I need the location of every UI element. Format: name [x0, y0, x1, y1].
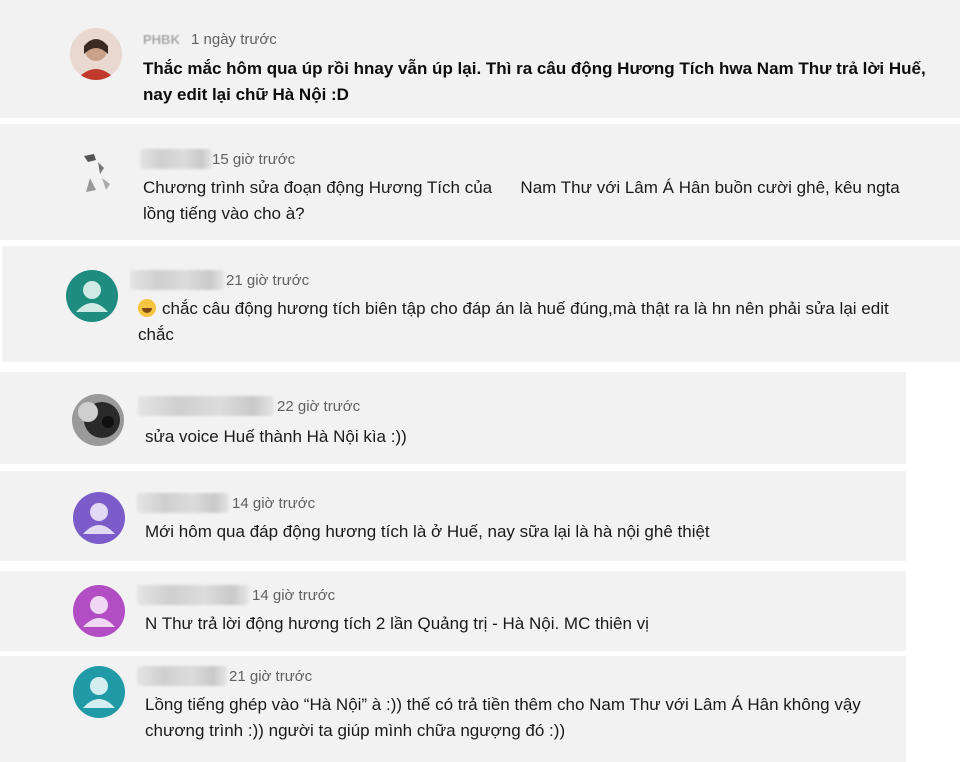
author-name-blurred — [137, 493, 229, 513]
comment-card: 14 giờ trước N Thư trả lời động hương tí… — [0, 571, 906, 651]
comment-text: Chương trình sửa đoạn động Hương Tích củ… — [143, 178, 905, 223]
avatar[interactable] — [73, 585, 125, 637]
comment-card: 21 giờ trước Lồng tiếng ghép vào “Hà Nội… — [0, 656, 906, 762]
user-sketch-icon — [76, 148, 120, 196]
default-user-icon — [66, 270, 118, 322]
comment-card: 21 giờ trước chắc câu động hương tích bi… — [2, 246, 960, 362]
avatar[interactable] — [76, 148, 120, 196]
user-photo-icon — [70, 28, 122, 80]
comment-timestamp[interactable]: 22 giờ trước — [277, 398, 360, 415]
comment-card: 14 giờ trước Mới hôm qua đáp động hương … — [0, 471, 906, 561]
avatar[interactable] — [66, 270, 118, 322]
tears-of-joy-emoji — [138, 299, 156, 317]
avatar[interactable] — [72, 394, 124, 446]
comment-text: sửa voice Huế thành Hà Nội kìa :)) — [145, 427, 407, 446]
avatar[interactable] — [70, 28, 122, 80]
default-user-icon — [73, 492, 125, 544]
comment-timestamp[interactable]: 14 giờ trước — [232, 495, 315, 512]
comment-timestamp[interactable]: 15 giờ trước — [212, 151, 295, 168]
comment-timestamp[interactable]: 14 giờ trước — [252, 587, 335, 604]
avatar[interactable] — [73, 492, 125, 544]
comment-text: Thắc mắc hôm qua úp rồi hnay vẫn úp lại.… — [143, 59, 926, 104]
author-name-blurred — [137, 585, 249, 605]
comment-author[interactable]: PHBK — [143, 32, 180, 47]
user-photo-icon — [72, 394, 124, 446]
comment-text-body: chắc câu động hương tích biên tập cho đá… — [138, 299, 889, 344]
comment-card: 15 giờ trước Chương trình sửa đoạn động … — [0, 124, 960, 240]
comment-text: Mới hôm qua đáp động hương tích là ở Huế… — [145, 522, 710, 541]
comment-text: N Thư trả lời động hương tích 2 lần Quản… — [145, 614, 649, 633]
avatar[interactable] — [73, 666, 125, 718]
default-user-icon — [73, 585, 125, 637]
comment-card: PHBK 1 ngày trước Thắc mắc hôm qua úp rồ… — [0, 0, 960, 118]
comment-timestamp[interactable]: 21 giờ trước — [226, 272, 309, 289]
comment-text: Lồng tiếng ghép vào “Hà Nội” à :)) thế c… — [145, 695, 861, 740]
author-name-blurred — [130, 270, 224, 290]
author-name-blurred — [138, 396, 274, 416]
comment-card: 22 giờ trước sửa voice Huế thành Hà Nội … — [0, 372, 906, 464]
author-name-blurred — [140, 149, 212, 169]
author-name-blurred — [137, 666, 227, 686]
comment-text: chắc câu động hương tích biên tập cho đá… — [138, 296, 928, 348]
comment-timestamp[interactable]: 21 giờ trước — [229, 668, 312, 685]
default-user-icon — [73, 666, 125, 718]
comment-timestamp[interactable]: 1 ngày trước — [191, 31, 277, 48]
